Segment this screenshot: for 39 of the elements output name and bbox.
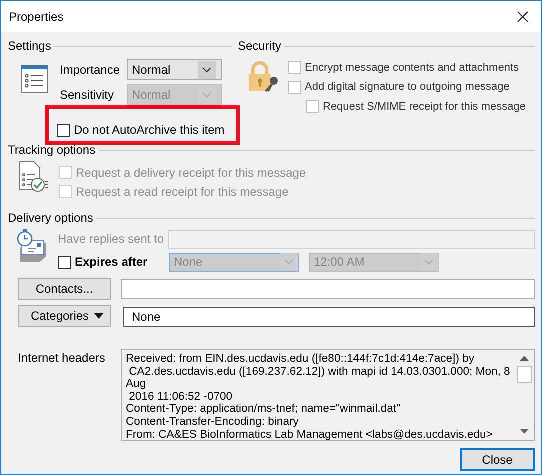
checkbox[interactable] [58,256,71,268]
checkbox-label: Add digital signature to outgoing message [305,81,510,94]
list-icon [21,65,48,93]
field-label: Internet headers [18,350,106,367]
categories-button[interactable]: Categories [18,305,111,327]
contacts-field[interactable] [121,279,535,299]
checkbox-label: Request a read receipt for this message [76,184,289,198]
down-arrow-icon [520,429,528,434]
scroll-thumb[interactable] [516,366,532,383]
checkbox[interactable] [306,100,319,114]
contacts-button[interactable]: Contacts... [18,278,111,300]
section-heading: Tracking options [8,142,96,156]
close-button[interactable]: Close [460,448,535,471]
window-title: Properties [9,10,64,24]
categories-field[interactable]: None [123,306,535,326]
chevron-icon [198,60,216,78]
field-label: Sensitivity [60,88,116,102]
field-label: Importance [60,62,122,76]
document-check-icon [19,161,49,193]
checkbox-label: Request S/MIME receipt for this message [323,100,526,113]
field-value: None [132,310,161,324]
dropdown[interactable]: Normal [127,59,222,80]
field-label: Have replies sent to [58,232,166,246]
checkbox-label: Do not AutoArchive this item [74,123,225,137]
close-icon [517,10,529,22]
checkbox[interactable] [288,61,301,74]
up-arrow-icon [520,356,528,361]
checkbox-label: Expires after [75,255,148,269]
lock-key-icon [248,61,280,93]
section-heading: Delivery options [8,210,94,224]
checkbox[interactable] [57,124,70,136]
envelope-clock-icon [16,229,48,263]
headers-text: Received: from EIN.des.ucdavis.edu ([fe80::144f:7c1d:414e:7ace]) by CA2.des.ucdavis.edu ([169.237.62.12]) with mapi id 14.03.0301.000; Mon, 8 Aug 2016 11:06:52 -0700 Content-Type: application/ms-tnef; name="winmail.dat" Content-Transfer-Encoding: binary From: CA&ES BioInformatics Lab Management <labs@des.ucdavis.edu> [125,352,512,440]
triangle-icon [94,313,104,319]
checkbox-label: Encrypt message contents and attachments [305,62,520,74]
section-heading: Security [238,38,282,52]
section-heading: Settings [8,38,52,52]
checkbox[interactable] [288,80,301,94]
checkbox-label: Request a delivery receipt for this message [76,166,306,180]
